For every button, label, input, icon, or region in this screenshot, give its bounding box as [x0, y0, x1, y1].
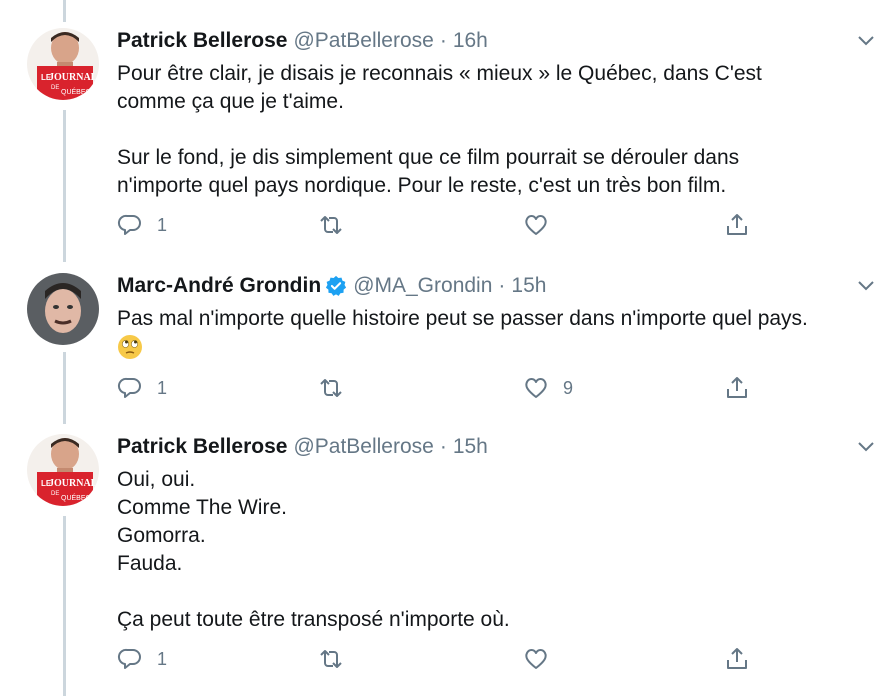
- reply-count: 1: [157, 377, 168, 398]
- face-with-rolling-eyes-icon: [118, 335, 142, 360]
- retweet-icon: [320, 650, 342, 668]
- separator-dot: ·: [439, 29, 447, 52]
- reply-icon: [117, 377, 141, 398]
- share-icon: [727, 214, 747, 235]
- chevron-down-icon[interactable]: [856, 440, 876, 454]
- like-button[interactable]: [523, 212, 549, 238]
- retweet-button[interactable]: [318, 646, 344, 672]
- reply-count: 1: [157, 648, 168, 669]
- tweet[interactable]: LE JOURNAL DE QUÉBEC Patrick Bellerose @…: [0, 28, 896, 248]
- tweet-header: Patrick Bellerose @PatBellerose · 15h: [117, 434, 488, 460]
- tweet-text: Pour être clair, je disais je reconnais …: [117, 60, 762, 200]
- share-icon: [727, 377, 747, 398]
- like-button[interactable]: 9: [523, 375, 573, 401]
- author-handle[interactable]: @PatBellerose: [293, 434, 433, 460]
- tweet-line: Sur le fond, je dis simplement que ce fi…: [117, 146, 740, 169]
- heart-icon: [525, 215, 547, 235]
- chevron-down-icon[interactable]: [856, 279, 876, 293]
- tweet-line: Ça peut toute être transposé n'importe o…: [117, 608, 510, 631]
- reply-button[interactable]: 1: [117, 212, 167, 238]
- author-handle[interactable]: @MA_Grondin: [353, 273, 492, 299]
- tweet-actions: 1 9: [0, 375, 896, 405]
- separator-dot: ·: [498, 274, 506, 297]
- avatar-badge-journal: JOURNAL: [49, 72, 98, 83]
- share-icon: [727, 648, 747, 669]
- reply-button[interactable]: 1: [117, 375, 167, 401]
- author-name[interactable]: Marc-André Grondin: [117, 273, 321, 299]
- share-button[interactable]: [724, 375, 750, 401]
- tweet-actions: 1: [0, 212, 896, 242]
- retweet-icon: [320, 379, 342, 397]
- tweet-line: Oui, oui.: [117, 468, 196, 491]
- timestamp[interactable]: 15h: [511, 273, 546, 299]
- chevron-down-icon[interactable]: [856, 34, 876, 48]
- author-name[interactable]: Patrick Bellerose: [117, 28, 287, 54]
- heart-icon: [525, 378, 547, 398]
- timestamp[interactable]: 15h: [453, 434, 488, 460]
- tweet[interactable]: LE JOURNAL DE QUÉBEC Patrick Bellerose @…: [0, 434, 896, 696]
- tweet-line: comme ça que je t'aime.: [117, 90, 344, 113]
- like-count: 9: [563, 377, 574, 398]
- thread-line: [63, 0, 66, 22]
- tweet-header: Patrick Bellerose @PatBellerose · 16h: [117, 28, 488, 54]
- tweet-line: Gomorra.: [117, 524, 206, 547]
- tweet-header: Marc-André Grondin @MA_Grondin · 15h: [117, 273, 546, 299]
- avatar-badge-journal: JOURNAL: [49, 478, 98, 489]
- tweet-line: [117, 116, 762, 144]
- share-button[interactable]: [724, 646, 750, 672]
- timestamp[interactable]: 16h: [453, 28, 488, 54]
- tweet-line: Pas mal n'importe quelle histoire peut s…: [117, 307, 808, 330]
- tweet-actions: 1: [0, 646, 896, 676]
- verified-badge-icon: [326, 275, 347, 296]
- avatar-badge-quebec: QUÉBEC: [61, 493, 91, 502]
- reply-icon: [117, 214, 141, 235]
- avatar-badge-de: DE: [51, 85, 59, 91]
- share-button[interactable]: [724, 212, 750, 238]
- tweet-line: Comme The Wire.: [117, 496, 287, 519]
- retweet-button[interactable]: [318, 212, 344, 238]
- tweet-line: [117, 578, 510, 606]
- tweet-text: Oui, oui. Comme The Wire. Gomorra. Fauda…: [117, 466, 510, 634]
- separator-dot: ·: [439, 435, 447, 458]
- avatar[interactable]: [27, 273, 99, 345]
- author-handle[interactable]: @PatBellerose: [293, 28, 433, 54]
- reply-icon: [117, 648, 141, 669]
- tweet-line: Pour être clair, je disais je reconnais …: [117, 62, 762, 85]
- reply-button[interactable]: 1: [117, 646, 167, 672]
- retweet-button[interactable]: [318, 375, 344, 401]
- like-button[interactable]: [523, 646, 549, 672]
- avatar-badge-de: DE: [51, 491, 59, 497]
- tweet-line: Fauda.: [117, 552, 183, 575]
- avatar[interactable]: LE JOURNAL DE QUÉBEC: [27, 434, 99, 506]
- avatar[interactable]: LE JOURNAL DE QUÉBEC: [27, 28, 99, 100]
- tweet-line: n'importe quel pays nordique. Pour le re…: [117, 174, 727, 197]
- heart-icon: [525, 649, 547, 669]
- retweet-icon: [320, 216, 342, 234]
- reply-count: 1: [157, 214, 168, 235]
- tweet[interactable]: Marc-André Grondin @MA_Grondin · 15h Pas…: [0, 273, 896, 413]
- avatar-badge-quebec: QUÉBEC: [61, 87, 91, 96]
- author-name[interactable]: Patrick Bellerose: [117, 434, 287, 460]
- tweet-line: [117, 333, 808, 361]
- tweet-text: Pas mal n'importe quelle histoire peut s…: [117, 305, 808, 361]
